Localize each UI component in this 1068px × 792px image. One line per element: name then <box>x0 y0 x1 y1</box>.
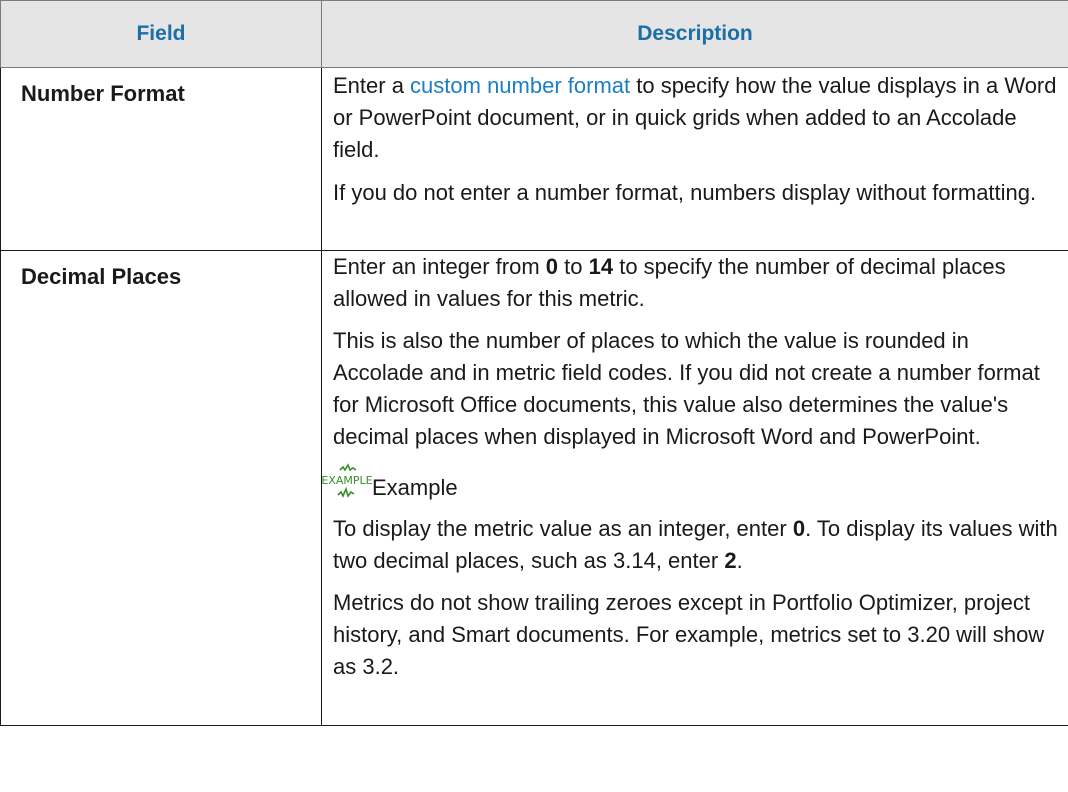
bold-value: 0 <box>792 516 806 541</box>
bold-value: 0 <box>545 254 559 279</box>
paragraph: Enter an integer from 0 to 14 to specify… <box>333 251 1060 315</box>
text: . <box>736 548 743 573</box>
paragraph: Enter a custom number format to specify … <box>333 68 1060 166</box>
text: to <box>558 254 589 279</box>
description-decimal-places: Enter an integer from 0 to 14 to specify… <box>321 250 1068 726</box>
paragraph: This is also the number of places to whi… <box>333 328 1040 449</box>
example-heading: EXAMPLE Example <box>321 453 1060 503</box>
header-field: Field <box>0 0 322 68</box>
table-row: Number Format Enter a custom number form… <box>0 67 1068 251</box>
bold-value: 2 <box>724 548 737 573</box>
example-icon-text: EXAMPLE <box>322 474 372 487</box>
bold-value: 14 <box>588 254 614 279</box>
text: To display the metric value as an intege… <box>333 516 793 541</box>
text: Enter a <box>333 73 411 98</box>
field-description-table: Field Description Number Format Enter a … <box>0 0 1068 726</box>
table-row: Decimal Places Enter an integer from 0 t… <box>0 250 1068 726</box>
description-number-format: Enter a custom number format to specify … <box>321 67 1068 251</box>
custom-number-format-link[interactable]: custom number format <box>410 73 630 98</box>
field-name-decimal-places: Decimal Places <box>0 250 322 726</box>
example-label: Example <box>372 475 458 500</box>
paragraph: If you do not enter a number format, num… <box>333 180 1037 205</box>
example-icon: EXAMPLE <box>321 463 373 503</box>
paragraph: To display the metric value as an intege… <box>333 503 1060 577</box>
field-name-number-format: Number Format <box>0 67 322 251</box>
paragraph: Metrics do not show trailing zeroes exce… <box>333 590 1045 679</box>
table-header-row: Field Description <box>0 0 1068 68</box>
text: Enter an integer from <box>333 254 546 279</box>
header-description: Description <box>321 0 1068 68</box>
